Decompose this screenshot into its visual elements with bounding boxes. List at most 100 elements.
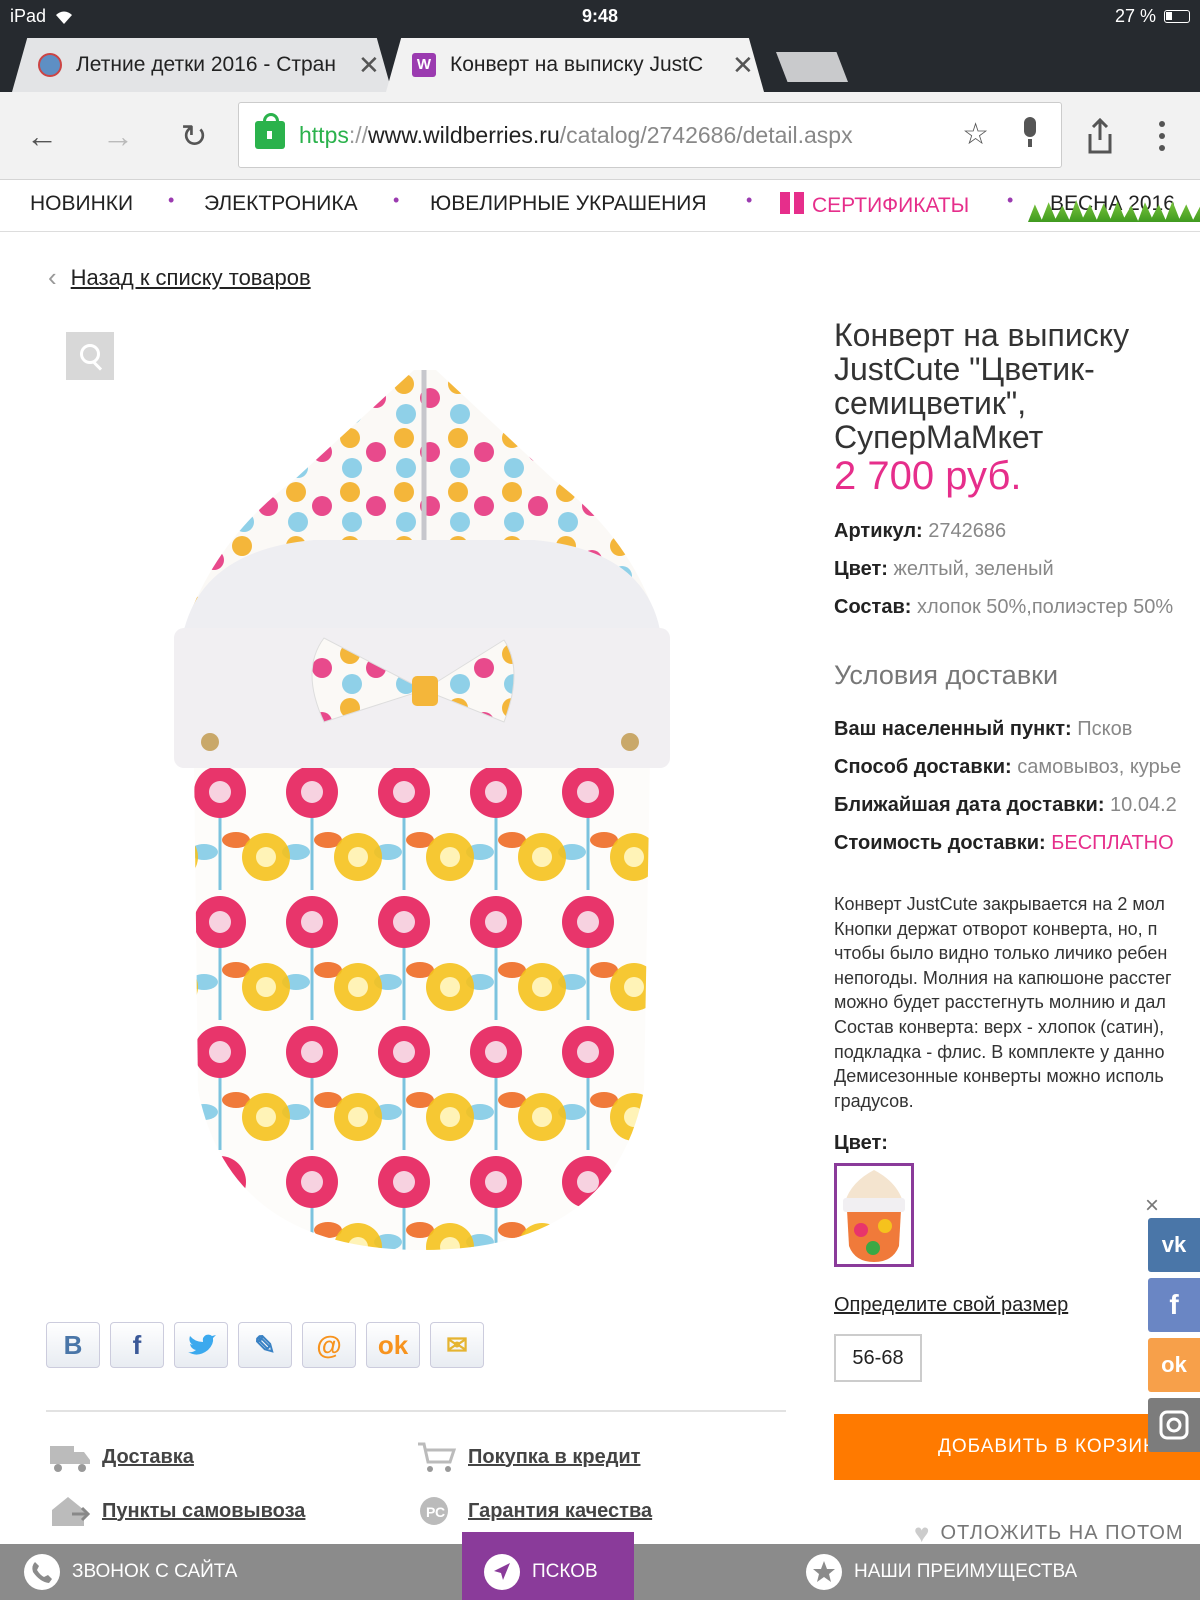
svg-text:РС: РС xyxy=(426,1504,445,1520)
zoom-icon[interactable] xyxy=(66,332,114,380)
callback-button[interactable]: ЗВОНОК С САЙТА xyxy=(24,1544,237,1600)
description-line: Кнопки держат отворот конверта, но, п xyxy=(834,918,1158,939)
product-description: Конверт JustCute закрывается на 2 мол Кн… xyxy=(834,892,1200,1113)
truck-icon xyxy=(50,1446,90,1472)
url-scheme: https xyxy=(299,121,349,148)
save-for-later-label: ОТЛОЖИТЬ НА ПОТОМ xyxy=(940,1522,1184,1544)
new-tab-button[interactable] xyxy=(776,52,848,82)
bottom-bar: ЗВОНОК С САЙТА ПСКОВ НАШИ ПРЕИМУЩЕСТВА xyxy=(0,1532,1200,1600)
description-line: подкладка - флис. В комплекте у данно xyxy=(834,1041,1165,1062)
attr-value[interactable]: Псков xyxy=(1077,718,1132,740)
clock: 9:48 xyxy=(581,6,619,26)
color-swatch[interactable] xyxy=(834,1163,914,1267)
tab-product[interactable]: W Конверт на выписку JustC ✕ xyxy=(386,38,764,92)
add-to-cart-button[interactable]: ДОБАВИТЬ В КОРЗИНУ xyxy=(834,1414,1200,1480)
nav-label: СЕРТИФИКАТЫ xyxy=(812,194,970,217)
product-price: 2 700 руб. xyxy=(834,454,1022,498)
delivery-link[interactable]: Доставка xyxy=(48,1440,194,1474)
close-tab-icon[interactable]: ✕ xyxy=(358,50,380,81)
tab-letnie-detki[interactable]: Летние детки 2016 - Стран ✕ xyxy=(12,38,392,92)
vk-share-icon[interactable]: В xyxy=(46,1322,100,1368)
callback-label: ЗВОНОК С САЙТА xyxy=(72,1561,238,1582)
product-title-line: семицветик", xyxy=(834,385,1027,421)
info-link-label: Покупка в кредит xyxy=(468,1445,641,1468)
url-separator: :// xyxy=(348,121,369,148)
delivery-date-row: Ближайшая дата доставки: 10.04.2 xyxy=(834,794,1177,817)
odnoklassniki-share-icon[interactable]: ok xyxy=(366,1322,420,1368)
attr-value: 2742686 xyxy=(928,520,1007,542)
cart-icon xyxy=(418,1442,457,1472)
nav-separator: • xyxy=(1007,190,1014,210)
back-arrow-icon[interactable]: ← xyxy=(20,114,64,158)
overflow-menu-icon[interactable] xyxy=(1152,116,1172,156)
address-bar[interactable]: https://www.wildberries.ru/catalog/27426… xyxy=(238,102,1062,168)
composition-row: Состав: хлопок 50%,полиэстер 50% xyxy=(834,596,1173,619)
twitter-share-icon[interactable] xyxy=(174,1322,228,1368)
email-share-icon[interactable]: ✉ xyxy=(430,1322,484,1368)
nav-item-certificates[interactable]: СЕРТИФИКАТЫ xyxy=(780,192,969,218)
attr-label: Артикул: xyxy=(834,520,923,542)
attr-label: Ваш населенный пункт: xyxy=(834,718,1072,740)
reload-icon[interactable]: ↻ xyxy=(172,114,216,158)
product-title-line: Конверт на выписку xyxy=(834,317,1130,353)
credit-link[interactable]: Покупка в кредит xyxy=(414,1440,640,1474)
url-path: /catalog/2742686/detail.aspx xyxy=(559,121,853,148)
description-line: чтобы было видно только личико ребен xyxy=(834,943,1168,964)
nav-item-electronics[interactable]: ЭЛЕКТРОНИКА xyxy=(204,192,358,216)
share-icon[interactable] xyxy=(1082,116,1118,156)
facebook-share-icon[interactable]: f xyxy=(110,1322,164,1368)
forward-arrow-icon[interactable]: → xyxy=(96,114,140,158)
odnoklassniki-icon[interactable]: ok xyxy=(1148,1338,1200,1392)
phone-icon xyxy=(24,1554,60,1590)
attr-value: хлопок 50%,полиэстер 50% xyxy=(916,596,1174,618)
url-domain: www.wildberries.ru xyxy=(368,121,560,148)
advantages-button[interactable]: НАШИ ПРЕИМУЩЕСТВА xyxy=(806,1544,1077,1600)
pickup-points-link[interactable]: Пункты самовывоза xyxy=(48,1494,305,1528)
attr-label: Ближайшая дата доставки: xyxy=(834,794,1105,816)
instagram-icon[interactable] xyxy=(1148,1398,1200,1452)
city-label: ПСКОВ xyxy=(532,1561,598,1582)
gift-icon xyxy=(780,192,804,214)
info-link-label: Гарантия качества xyxy=(468,1499,653,1522)
chevron-left-icon: ‹ xyxy=(48,262,57,292)
advantages-label: НАШИ ПРЕИМУЩЕСТВА xyxy=(854,1561,1078,1582)
back-to-list[interactable]: ‹ Назад к списку товаров xyxy=(48,262,311,293)
article-row: Артикул: 2742686 xyxy=(834,520,1006,543)
product-image[interactable] xyxy=(174,370,670,1260)
attr-label: Способ доставки: xyxy=(834,756,1012,778)
delivery-heading: Условия доставки xyxy=(834,660,1059,690)
description-line: градусов. xyxy=(834,1090,914,1111)
vk-icon[interactable]: vk xyxy=(1148,1218,1200,1272)
nav-separator: • xyxy=(168,190,175,210)
bookmark-star-icon[interactable]: ☆ xyxy=(962,117,989,152)
back-to-list-link[interactable]: Назад к списку товаров xyxy=(71,265,311,291)
livejournal-share-icon[interactable]: ✎ xyxy=(238,1322,292,1368)
attr-value: 10.04.2 xyxy=(1110,794,1177,816)
quality-badge-icon: РС xyxy=(420,1497,448,1525)
location-arrow-icon xyxy=(484,1554,520,1590)
nav-item-novinki[interactable]: НОВИНКИ xyxy=(30,192,133,216)
site-favicon-icon xyxy=(38,53,62,77)
tab-strip: Летние детки 2016 - Стран ✕ W Конверт на… xyxy=(0,32,1200,92)
color-section-label: Цвет: xyxy=(834,1132,888,1154)
size-guide-link[interactable]: Определите свой размер xyxy=(834,1294,1068,1317)
info-link-label: Доставка xyxy=(102,1445,194,1468)
status-bar: iPad 9:48 27 % xyxy=(0,0,1200,32)
facebook-icon[interactable]: f xyxy=(1148,1278,1200,1332)
attr-label: Состав: xyxy=(834,596,912,618)
description-line: Демисезонные конверты можно исполь xyxy=(834,1066,1164,1087)
close-tab-icon[interactable]: ✕ xyxy=(732,50,754,81)
mailru-share-icon[interactable]: @ xyxy=(302,1322,356,1368)
size-option[interactable]: 56-68 xyxy=(834,1334,922,1382)
microphone-icon[interactable] xyxy=(1021,117,1039,149)
close-social-panel-icon[interactable]: × xyxy=(1145,1192,1159,1220)
city-selector[interactable]: ПСКОВ xyxy=(462,1532,634,1600)
delivery-method-row: Способ доставки: самовывоз, курье xyxy=(834,756,1181,779)
color-row: Цвет: желтый, зеленый xyxy=(834,558,1054,581)
delivery-cost-row: Стоимость доставки: БЕСПЛАТНО xyxy=(834,832,1174,855)
quality-guarantee-link[interactable]: РС Гарантия качества xyxy=(414,1494,652,1528)
nav-item-jewelry[interactable]: ЮВЕЛИРНЫЕ УКРАШЕНИЯ xyxy=(430,192,707,216)
battery-icon xyxy=(1164,10,1190,23)
description-line: непогоды. Молния на капюшоне расстег xyxy=(834,967,1172,988)
product-title-line: JustCute "Цветик- xyxy=(834,351,1095,387)
